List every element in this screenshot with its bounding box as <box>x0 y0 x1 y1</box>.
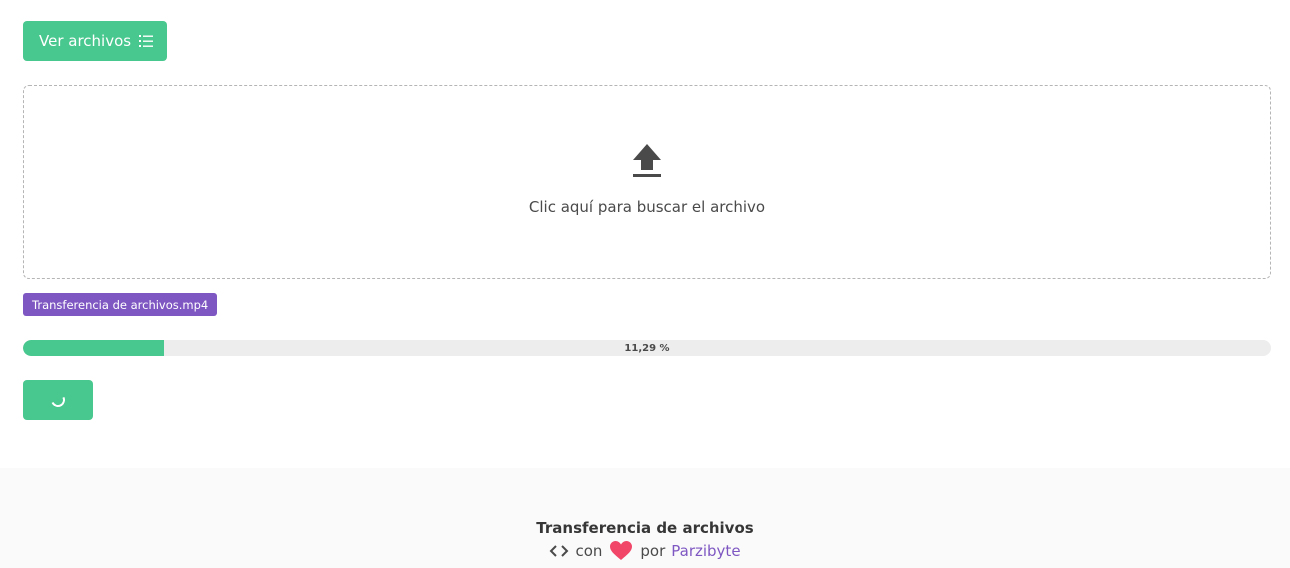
spinner-icon <box>49 391 67 409</box>
upload-progress-bar: 11,29 % <box>23 340 1271 356</box>
footer-por-text: por <box>640 542 666 560</box>
main-container: Ver archivos Clic aquí para buscar el ar… <box>0 0 1290 468</box>
footer-byline: con por Parzibyte <box>0 541 1290 561</box>
dropzone-text: Clic aquí para buscar el archivo <box>528 198 766 216</box>
file-dropzone[interactable]: Clic aquí para buscar el archivo <box>23 85 1271 279</box>
progress-percent-text: 11,29 % <box>624 342 670 354</box>
view-files-label: Ver archivos <box>39 32 132 50</box>
footer: Transferencia de archivos con por Parzib… <box>0 468 1290 568</box>
footer-con-text: con <box>575 542 603 560</box>
footer-title: Transferencia de archivos <box>536 519 754 537</box>
upload-loading-button[interactable] <box>23 380 93 420</box>
author-link[interactable]: Parzibyte <box>671 542 740 560</box>
view-files-button[interactable]: Ver archivos <box>23 21 168 61</box>
file-name-tag: Transferencia de archivos.mp4 <box>23 293 218 316</box>
list-icon <box>139 34 154 48</box>
upload-icon <box>631 142 663 178</box>
code-icon <box>549 543 569 559</box>
heart-icon <box>610 541 633 561</box>
